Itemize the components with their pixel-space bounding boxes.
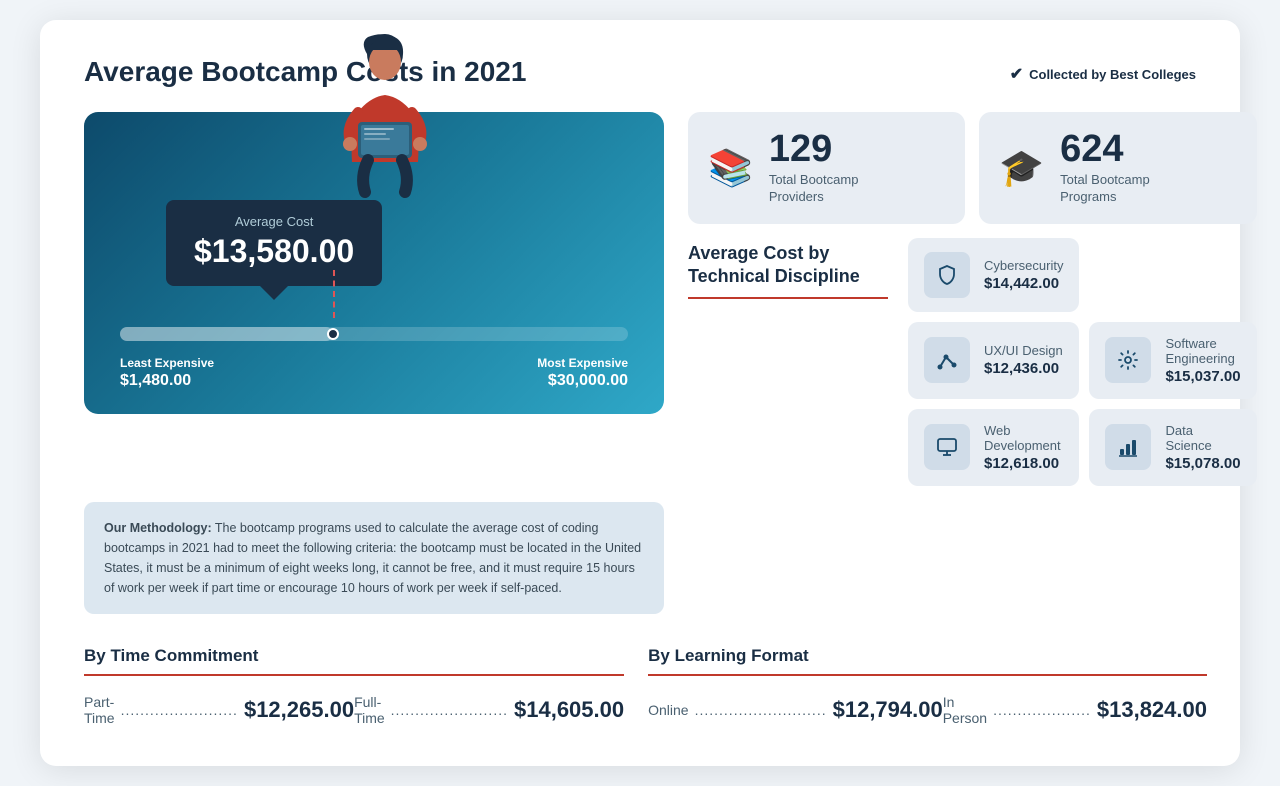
- header: Average Bootcamp Costs in 2021 ✔ Collect…: [84, 56, 1196, 88]
- main-card: Average Bootcamp Costs in 2021 ✔ Collect…: [40, 20, 1240, 766]
- discipline-section: Average Cost by Technical Discipline Cyb…: [688, 238, 1257, 486]
- disc-uxui-info: UX/UI Design $12,436.00: [984, 343, 1063, 377]
- stat-providers-number: 129: [769, 130, 859, 168]
- stat-programs-info: 624 Total BootcampPrograms: [1060, 130, 1150, 206]
- disc-cybersecurity-name: Cybersecurity: [984, 258, 1063, 273]
- main-title: Average Bootcamp Costs in 2021: [84, 56, 526, 88]
- stat-providers-label: Total BootcampProviders: [769, 172, 859, 206]
- disc-software-name: Software Engineering: [1165, 336, 1240, 366]
- hero-card: Average Cost $13,580.00: [84, 112, 664, 414]
- in-person-value: $13,824.00: [1097, 697, 1207, 723]
- bottom-section: By Time Commitment Part-Time ...........…: [84, 646, 1196, 726]
- learning-format-title: By Learning Format: [648, 646, 1207, 666]
- least-expensive-value: $1,480.00: [120, 372, 214, 390]
- disc-webdev-info: Web Development $12,618.00: [984, 423, 1063, 472]
- disc-card-software: Software Engineering $15,037.00: [1089, 322, 1256, 399]
- disc-card-webdev: Web Development $12,618.00: [908, 409, 1079, 486]
- time-commitment-divider: [84, 674, 624, 676]
- slider-dashed-line: [333, 270, 335, 318]
- in-person-dots: ....................: [993, 702, 1091, 718]
- most-expensive-label: Most Expensive: [537, 356, 628, 370]
- disc-card-uxui: UX/UI Design $12,436.00: [908, 322, 1079, 399]
- online-item: Online ........................... $12,7…: [648, 697, 943, 723]
- time-commitment-section: By Time Commitment Part-Time ...........…: [84, 646, 624, 726]
- disc-uxui-value: $12,436.00: [984, 360, 1063, 377]
- right-stats: 📚 129 Total BootcampProviders 🎓 624 Tota…: [688, 112, 1257, 486]
- part-time-label: Part-Time: [84, 694, 115, 726]
- collected-by: ✔ Collected by Best Colleges: [1010, 64, 1196, 84]
- top-section: Average Cost $13,580.00: [84, 112, 1196, 486]
- avg-cost-box: Average Cost $13,580.00: [166, 200, 382, 286]
- design-icon: [924, 337, 970, 383]
- disc-card-cybersecurity: Cybersecurity $14,442.00: [908, 238, 1079, 312]
- min-max-labels: Least Expensive $1,480.00 Most Expensive…: [120, 356, 628, 390]
- slider-fill: [120, 327, 333, 341]
- cost-slider: Least Expensive $1,480.00 Most Expensive…: [116, 322, 632, 390]
- full-time-label: Full-Time: [354, 694, 385, 726]
- books-icon: 📚: [708, 147, 753, 189]
- stat-card-programs: 🎓 624 Total BootcampPrograms: [979, 112, 1256, 224]
- methodology-box: Our Methodology: The bootcamp programs u…: [84, 502, 664, 614]
- disc-uxui-name: UX/UI Design: [984, 343, 1063, 358]
- monitor-icon: [924, 424, 970, 470]
- full-time-dots: ........................: [391, 702, 508, 718]
- online-label: Online: [648, 702, 688, 718]
- discipline-cards: Cybersecurity $14,442.00: [908, 238, 1257, 486]
- chart-icon: [1105, 424, 1151, 470]
- methodology-label: Our Methodology:: [104, 521, 212, 535]
- slider-dot: [327, 328, 339, 340]
- online-value: $12,794.00: [833, 697, 943, 723]
- time-commitment-row: Part-Time ........................ $12,2…: [84, 694, 624, 726]
- in-person-item: In Person .................... $13,824.0…: [943, 694, 1207, 726]
- learning-format-section: By Learning Format Online ..............…: [648, 646, 1207, 726]
- gear-icon: [1105, 337, 1151, 383]
- full-time-value: $14,605.00: [514, 697, 624, 723]
- avg-cost-value: $13,580.00: [194, 233, 354, 270]
- collected-by-label: Collected by Best Colleges: [1029, 67, 1196, 82]
- full-time-item: Full-Time ........................ $14,6…: [354, 694, 624, 726]
- graduation-icon: 🎓: [999, 147, 1044, 189]
- person-illustration: [330, 32, 440, 192]
- discipline-divider: [688, 297, 888, 299]
- disc-software-info: Software Engineering $15,037.00: [1165, 336, 1240, 385]
- shield-icon: [924, 252, 970, 298]
- learning-format-divider: [648, 674, 1207, 676]
- stat-card-providers: 📚 129 Total BootcampProviders: [688, 112, 965, 224]
- stats-row: 📚 129 Total BootcampProviders 🎓 624 Tota…: [688, 112, 1257, 224]
- disc-webdev-value: $12,618.00: [984, 455, 1063, 472]
- online-dots: ...........................: [695, 702, 827, 718]
- learning-format-row: Online ........................... $12,7…: [648, 694, 1207, 726]
- min-label: Least Expensive $1,480.00: [120, 356, 214, 390]
- max-label: Most Expensive $30,000.00: [537, 356, 628, 390]
- disc-datascience-name: Data Science: [1165, 423, 1240, 453]
- avg-cost-label: Average Cost: [194, 214, 354, 229]
- disc-cybersecurity-info: Cybersecurity $14,442.00: [984, 258, 1063, 292]
- disc-software-value: $15,037.00: [1165, 368, 1240, 385]
- discipline-title-block: Average Cost by Technical Discipline: [688, 238, 888, 299]
- most-expensive-value: $30,000.00: [537, 372, 628, 390]
- part-time-value: $12,265.00: [244, 697, 354, 723]
- verified-icon: ✔: [1010, 64, 1023, 84]
- in-person-label: In Person: [943, 694, 987, 726]
- disc-webdev-name: Web Development: [984, 423, 1063, 453]
- disc-datascience-info: Data Science $15,078.00: [1165, 423, 1240, 472]
- disc-card-datascience: Data Science $15,078.00: [1089, 409, 1256, 486]
- stat-programs-number: 624: [1060, 130, 1150, 168]
- slider-track-container: [120, 322, 628, 346]
- discipline-title: Average Cost by Technical Discipline: [688, 238, 888, 289]
- disc-datascience-value: $15,078.00: [1165, 455, 1240, 472]
- slider-track: [120, 327, 628, 341]
- least-expensive-label: Least Expensive: [120, 356, 214, 370]
- time-commitment-title: By Time Commitment: [84, 646, 624, 666]
- stat-providers-info: 129 Total BootcampProviders: [769, 130, 859, 206]
- stat-programs-label: Total BootcampPrograms: [1060, 172, 1150, 206]
- disc-cybersecurity-value: $14,442.00: [984, 275, 1063, 292]
- part-time-dots: ........................: [121, 702, 238, 718]
- part-time-item: Part-Time ........................ $12,2…: [84, 694, 354, 726]
